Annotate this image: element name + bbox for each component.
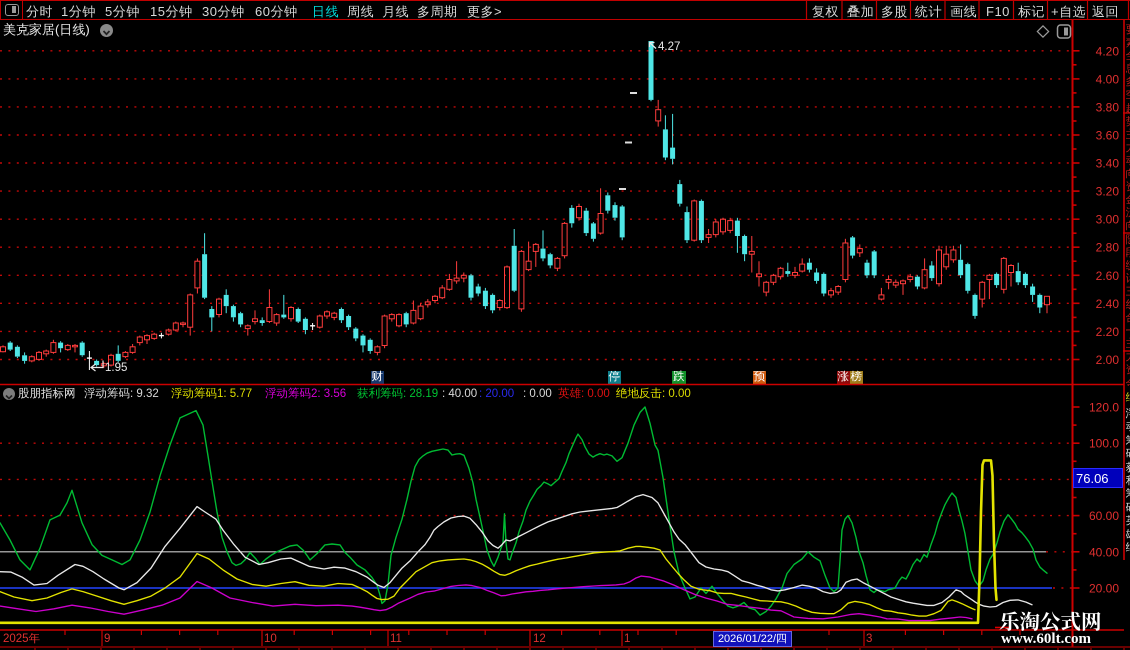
svg-text:3.80: 3.80 — [1096, 100, 1120, 114]
svg-text:40.00: 40.00 — [1089, 545, 1119, 559]
svg-text:60.00: 60.00 — [1089, 509, 1119, 523]
svg-text:100.0: 100.0 — [1089, 437, 1119, 451]
svg-text:4.20: 4.20 — [1096, 44, 1120, 58]
svg-text:120.0: 120.0 — [1089, 401, 1119, 415]
svg-text:1.95: 1.95 — [105, 362, 127, 374]
svg-text:3.00: 3.00 — [1096, 213, 1120, 227]
svg-text:4.00: 4.00 — [1096, 72, 1120, 86]
svg-text:3.20: 3.20 — [1096, 185, 1120, 199]
svg-text:3.40: 3.40 — [1096, 157, 1120, 171]
svg-text:2.40: 2.40 — [1096, 297, 1120, 311]
svg-text:3.60: 3.60 — [1096, 129, 1120, 143]
svg-text:20.00: 20.00 — [1089, 582, 1119, 596]
svg-text:2.20: 2.20 — [1096, 325, 1120, 339]
svg-text:2.00: 2.00 — [1096, 353, 1120, 367]
svg-text:4.27: 4.27 — [658, 41, 680, 53]
svg-text:76.06: 76.06 — [1076, 471, 1109, 486]
svg-text:2.80: 2.80 — [1096, 241, 1120, 255]
svg-text:2.60: 2.60 — [1096, 269, 1120, 283]
